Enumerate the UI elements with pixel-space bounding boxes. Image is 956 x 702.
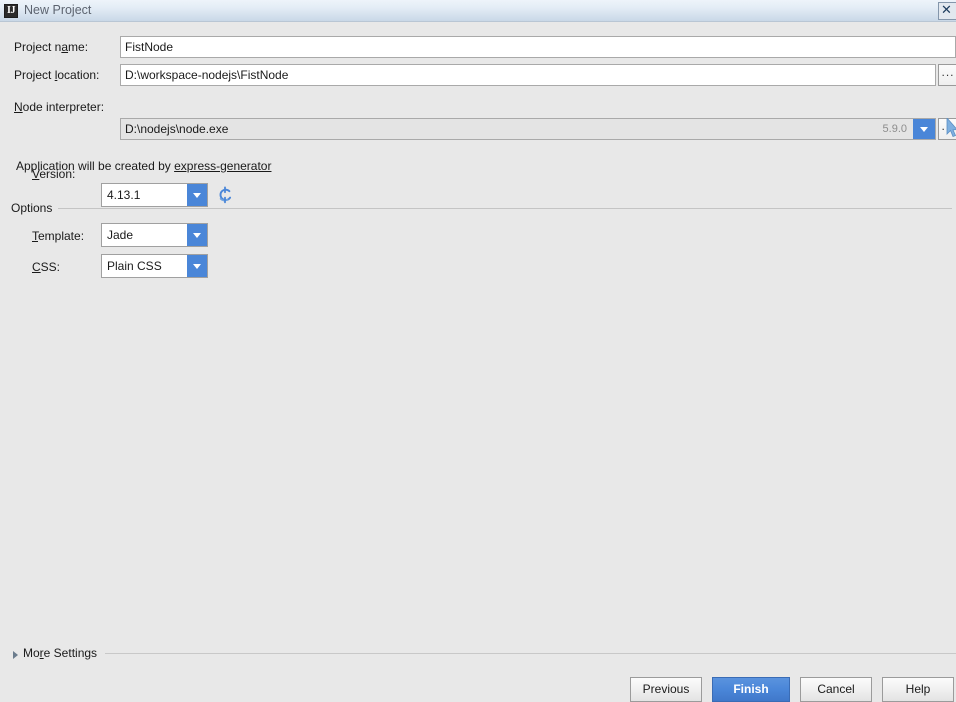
chevron-down-icon[interactable] <box>187 255 207 277</box>
chevron-down-icon[interactable] <box>913 119 935 139</box>
node-version-badge: 5.9.0 <box>882 123 907 135</box>
more-settings-toggle[interactable]: More Settings <box>0 645 956 663</box>
project-location-label: Project location: <box>14 68 100 82</box>
project-location-row: Project location: D:\workspace-nodejs\Fi… <box>0 64 956 86</box>
node-interpreter-label: Node interpreter: <box>14 100 105 114</box>
project-location-browse-button[interactable]: ... <box>938 64 956 86</box>
template-label: Template: <box>32 229 85 243</box>
project-name-label: Project name: <box>14 40 89 54</box>
more-settings-label: More Settings <box>23 646 98 660</box>
chevron-down-icon[interactable] <box>187 224 207 246</box>
project-location-input[interactable]: D:\workspace-nodejs\FistNode <box>120 64 936 86</box>
section-divider <box>58 208 952 209</box>
intellij-idea-icon: IJ <box>4 4 18 18</box>
template-combobox[interactable]: Jade <box>101 223 208 247</box>
new-project-dialog: IJ New Project ✕ Project name: FistNode … <box>0 0 956 702</box>
version-label: Version: <box>32 167 76 181</box>
options-section-title: Options <box>11 200 59 216</box>
options-section-separator: Options <box>0 200 956 216</box>
node-interpreter-value: D:\nodejs\node.exe <box>125 122 229 136</box>
finish-button[interactable]: Finish <box>712 677 790 702</box>
node-interpreter-combobox[interactable]: D:\nodejs\node.exe 5.9.0 <box>120 118 936 140</box>
dialog-body: Project name: FistNode Project location:… <box>0 22 956 663</box>
previous-button[interactable]: Previous <box>630 677 702 702</box>
template-value: Jade <box>107 228 134 242</box>
cancel-button[interactable]: Cancel <box>800 677 872 702</box>
help-button[interactable]: Help <box>882 677 954 702</box>
project-name-row: Project name: FistNode <box>0 36 956 58</box>
css-label: CSS: <box>32 260 61 274</box>
dialog-title: New Project <box>24 3 92 17</box>
section-divider <box>105 653 956 654</box>
css-combobox[interactable]: Plain CSS <box>101 254 208 278</box>
close-icon: ✕ <box>941 3 952 18</box>
node-interpreter-row: Node interpreter: <box>0 96 956 120</box>
css-value: Plain CSS <box>107 259 162 273</box>
close-button[interactable]: ✕ <box>938 2 956 20</box>
dialog-titlebar: IJ New Project ✕ <box>0 0 956 22</box>
mouse-cursor <box>946 116 956 138</box>
project-name-input[interactable]: FistNode <box>120 36 956 58</box>
dialog-footer: Previous Finish Cancel Help <box>0 663 956 702</box>
chevron-right-icon <box>13 651 18 659</box>
